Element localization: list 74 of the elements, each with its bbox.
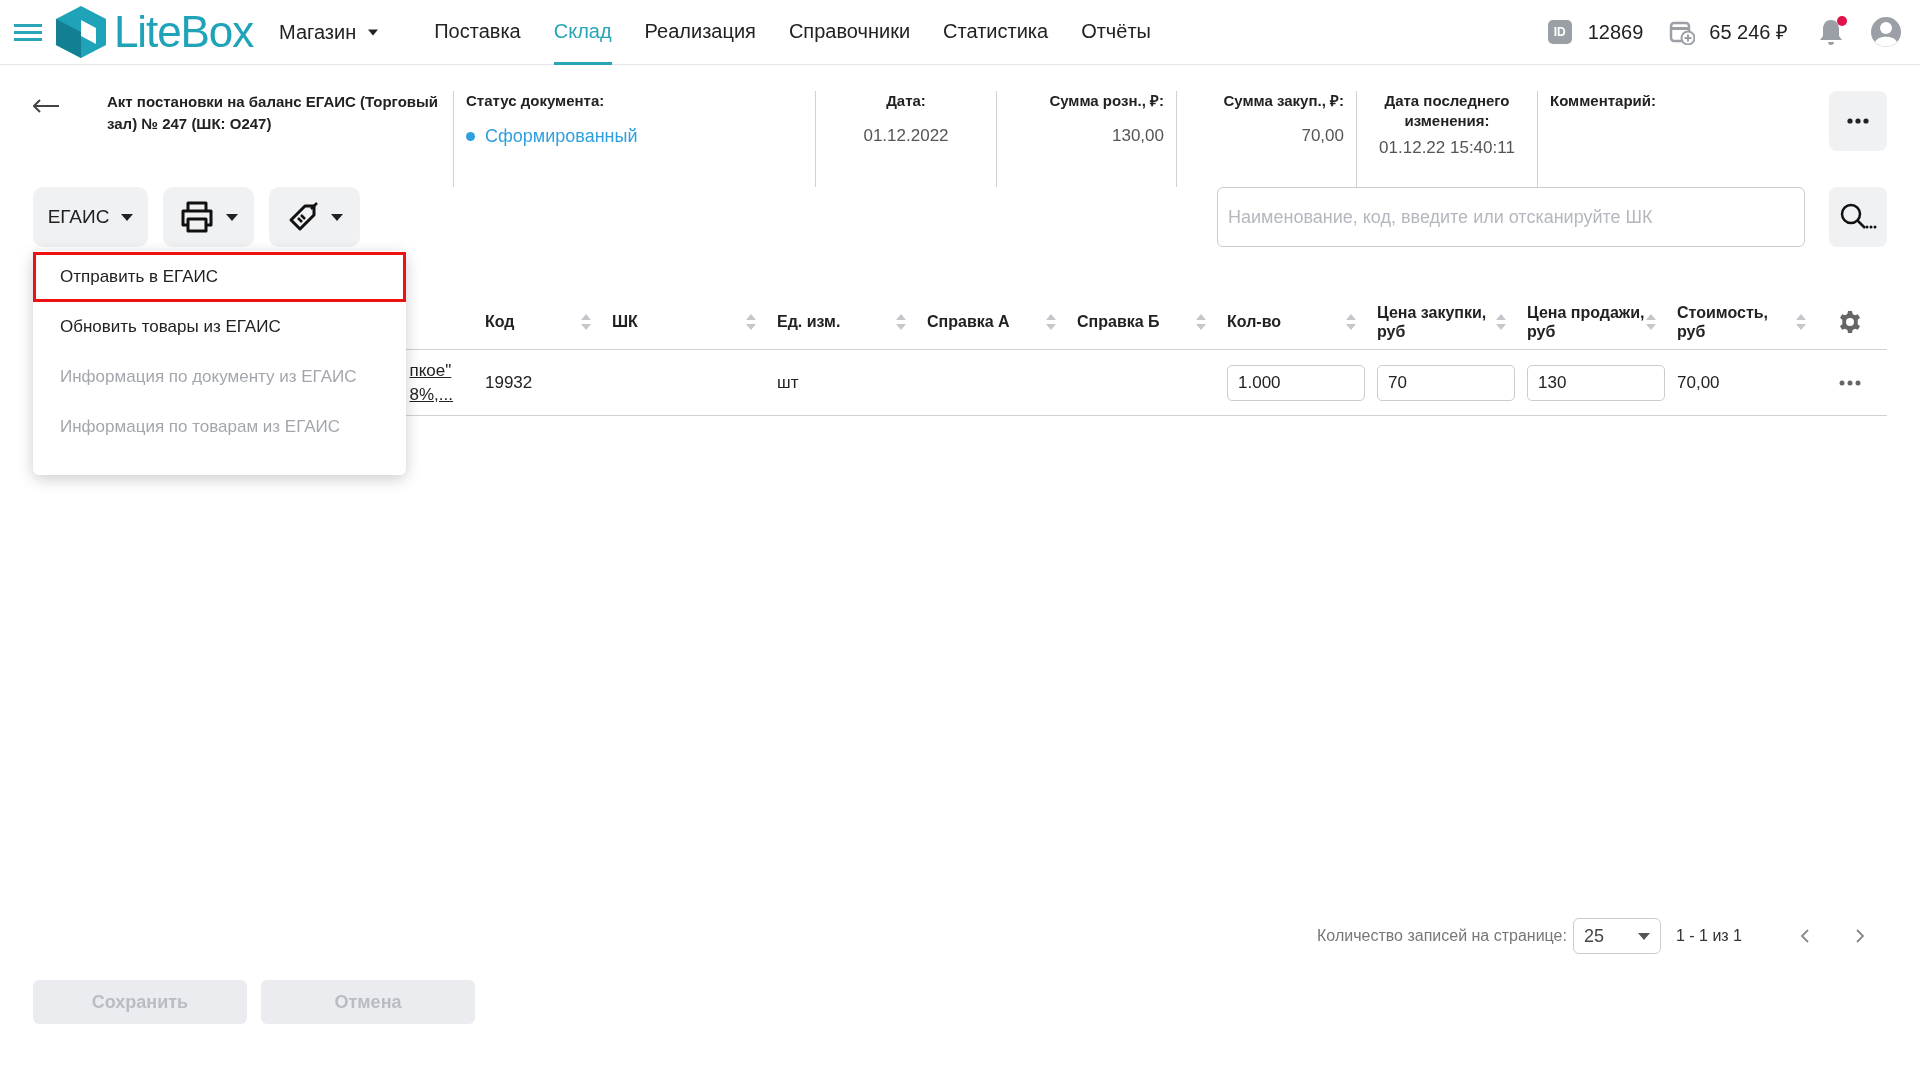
page-range: 1 - 1 из 1 — [1675, 926, 1742, 946]
sort-icon[interactable] — [580, 312, 592, 331]
page-size-select[interactable]: 25 — [1572, 918, 1661, 954]
chevron-left-icon[interactable] — [1800, 928, 1810, 944]
price-tag-button[interactable] — [269, 187, 360, 247]
wallet-plus-icon[interactable] — [1669, 19, 1696, 45]
page-size-label: Количество записей на странице: — [1317, 926, 1567, 946]
user-avatar-icon[interactable] — [1870, 16, 1902, 48]
field-value: 01.12.22 15:40:11 — [1379, 137, 1515, 159]
status-value: Сформированный — [485, 125, 638, 148]
field-label: Статус документа: — [466, 91, 606, 111]
menu-item[interactable]: Обновить товары из ЕГАИС — [33, 302, 406, 352]
chevron-right-icon[interactable] — [1855, 928, 1865, 944]
field-value: 130,00 — [1112, 125, 1164, 147]
menu-icon[interactable] — [14, 22, 42, 42]
sort-icon[interactable] — [1645, 312, 1657, 331]
more-button[interactable] — [1829, 91, 1887, 151]
sort-icon[interactable] — [1345, 312, 1357, 331]
menu-item[interactable]: Отправить в ЕГАИС — [33, 252, 406, 302]
column-header[interactable]: Справка А — [927, 312, 1010, 331]
caret-icon — [225, 213, 238, 221]
caret-icon — [1637, 932, 1650, 940]
back-arrow-icon[interactable] — [33, 99, 59, 113]
nav-tab[interactable]: Справочники — [788, 0, 911, 65]
sort-icon[interactable] — [895, 312, 907, 331]
column-header[interactable]: Кол-во — [1227, 312, 1282, 331]
column-header[interactable]: Ед. изм. — [777, 312, 841, 331]
table-input[interactable]: 130 — [1527, 364, 1665, 401]
bell-icon[interactable] — [1818, 18, 1844, 46]
nav-tab[interactable]: Статистика — [943, 0, 1049, 65]
field-value: 01.12.2022 — [863, 125, 949, 147]
field-label: Сумма розн., ₽: — [1049, 91, 1164, 111]
sort-icon[interactable] — [1495, 312, 1507, 331]
logo-icon — [56, 6, 106, 58]
search-button[interactable] — [1829, 187, 1887, 247]
field-label: Дата: — [886, 91, 926, 111]
product-name-link[interactable]: пкое" 8%,... — [409, 358, 453, 407]
caret-icon — [330, 213, 343, 221]
column-header[interactable]: Цена закупки, руб — [1377, 302, 1495, 341]
sort-icon[interactable] — [1795, 312, 1807, 331]
balance: 65 246 ₽ — [1709, 20, 1788, 45]
table-cell: 70,00 — [1677, 372, 1720, 392]
nav-tab[interactable]: Отчёты — [1081, 0, 1151, 65]
caret-icon — [368, 28, 379, 36]
caret-icon — [121, 213, 134, 221]
print-button[interactable] — [163, 187, 254, 247]
nav-tab[interactable]: Поставка — [434, 0, 521, 65]
store-dropdown[interactable]: Магазин — [279, 17, 379, 47]
table-cell: шт — [777, 372, 799, 392]
column-header[interactable]: ШК — [612, 312, 638, 331]
sort-icon[interactable] — [1195, 312, 1207, 331]
column-header[interactable]: Стоимость, руб — [1677, 302, 1795, 341]
field-label: Сумма закуп., ₽: — [1223, 91, 1344, 111]
field-value: 70,00 — [1301, 125, 1344, 147]
document-title: Акт постановки на баланс ЕГАИС (Торговый зал) № 247 (ШК: О247) — [107, 92, 440, 134]
column-header[interactable]: Код — [485, 312, 515, 331]
account-id: 12869 — [1587, 20, 1644, 45]
printer-icon — [179, 201, 214, 233]
id-icon: ID — [1547, 20, 1572, 44]
table-input[interactable]: 70 — [1377, 364, 1515, 401]
more-icon — [1847, 118, 1869, 124]
nav-tab[interactable]: Реализация — [644, 0, 756, 65]
more-icon[interactable] — [1839, 379, 1861, 386]
sort-icon[interactable] — [1045, 312, 1057, 331]
sort-icon[interactable] — [745, 312, 757, 331]
column-header[interactable]: Справка Б — [1077, 312, 1160, 331]
table-input[interactable]: 1.000 — [1227, 364, 1365, 401]
field-label: Комментарий: — [1550, 91, 1656, 111]
table-cell: 19932 — [485, 372, 533, 392]
column-header[interactable]: Цена продажи, руб — [1527, 302, 1645, 341]
field-label: Дата последнего изменения: — [1383, 91, 1511, 131]
egais-button[interactable]: ЕГАИС — [33, 187, 148, 247]
search-field[interactable]: Наименование, код, введите или отсканируйте ШК — [1217, 187, 1805, 247]
settings-icon[interactable] — [1838, 309, 1862, 334]
